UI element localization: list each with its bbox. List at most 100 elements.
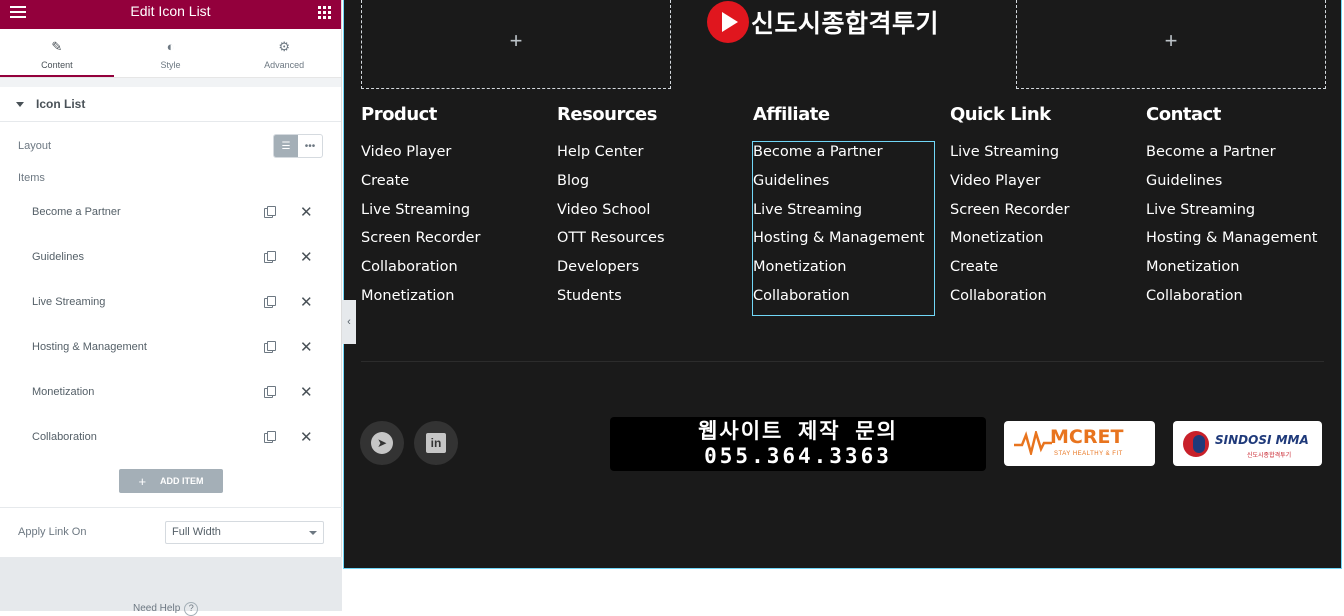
footer-link[interactable]: Create [950,257,1069,286]
telegram-link[interactable]: ➤ [360,421,404,465]
footer-link[interactable]: Collaboration [361,257,480,286]
brand-logo[interactable]: 신도시종합격투기 [707,0,939,44]
duplicate-icon[interactable] [264,431,276,443]
footer-link[interactable]: Guidelines [753,171,934,200]
footer-link[interactable]: Collaboration [1146,286,1317,315]
footer-link[interactable]: Video Player [950,171,1069,200]
duplicate-icon[interactable] [264,251,276,263]
column-title: Contact [1146,104,1221,125]
footer-link[interactable]: Live Streaming [950,142,1069,171]
footer-column-resources: Resources Help Center Blog Video School … [557,104,665,315]
selected-icon-list-widget[interactable]: Become a Partner Guidelines Live Streami… [752,141,935,316]
sponsor-logo-mcret[interactable]: MCRET STAY HEALTHY & FIT [1004,421,1155,466]
footer-link[interactable]: OTT Resources [557,228,665,257]
layout-inline-dots-icon[interactable]: ••• [298,135,322,157]
footer-link[interactable]: Live Streaming [753,200,934,229]
footer-link[interactable]: Help Center [557,142,665,171]
footer-link[interactable]: Screen Recorder [950,200,1069,229]
footer-link[interactable]: Screen Recorder [361,228,480,257]
repeater-item[interactable]: Monetization ✕ [0,369,342,414]
layout-default-list-icon[interactable]: ☰ [274,135,298,157]
layout-control: Layout ☰ ••• [0,122,341,170]
remove-icon[interactable]: ✕ [300,248,313,266]
remove-icon[interactable]: ✕ [300,428,313,446]
site-footer: + 신도시종합격투기 + Product Video Player Create… [343,0,1342,569]
link-list: Video Player Create Live Streaming Scree… [361,142,480,315]
footer-link[interactable]: Guidelines [1146,171,1317,200]
column-title: Affiliate [753,104,830,125]
collapse-panel-button[interactable]: ‹ [342,300,356,344]
contact-banner[interactable]: 웹사이트 제작 문의 055.364.3363 [610,417,986,471]
footer-link[interactable]: Become a Partner [1146,142,1317,171]
repeater-item[interactable]: Collaboration ✕ [0,414,342,459]
duplicate-icon[interactable] [264,386,276,398]
tab-style[interactable]: ◐ Style [114,29,228,77]
footer-link[interactable]: Blog [557,171,665,200]
pencil-icon: ✎ [51,39,63,54]
footer-link[interactable]: Live Streaming [1146,200,1317,229]
add-element-icon[interactable]: + [362,28,670,54]
tab-label: Advanced [264,60,305,70]
widgets-grid-icon[interactable] [318,6,331,19]
panel-footer: Need Help? [0,557,342,616]
duplicate-icon[interactable] [264,341,276,353]
panel-tabs: ✎ Content ◐ Style ⚙ Advanced [0,29,341,78]
column-title: Quick Link [950,104,1051,125]
footer-link[interactable]: Monetization [361,286,480,315]
contact-inquiry-text: 웹사이트 제작 문의 [698,419,898,443]
empty-column-placeholder[interactable]: + [361,0,671,89]
footer-link[interactable]: Become a Partner [753,142,934,171]
footer-link[interactable]: Video Player [361,142,480,171]
section-toggle-icon-list[interactable]: Icon List [0,87,341,122]
footer-link[interactable]: Collaboration [950,286,1069,315]
apply-link-select[interactable]: Full Width [165,521,324,544]
repeater-item-label: Live Streaming [32,295,106,308]
footer-link[interactable]: Monetization [1146,257,1317,286]
repeater-item[interactable]: Live Streaming ✕ [0,279,342,324]
footer-link[interactable]: Collaboration [753,286,934,315]
contact-phone: 055.364.3363 [704,444,892,468]
repeater-item[interactable]: Become a Partner ✕ [0,189,342,234]
tab-content[interactable]: ✎ Content [0,29,114,77]
duplicate-icon[interactable] [264,206,276,218]
section-gap [0,78,341,87]
panel-title: Edit Icon List [130,3,211,19]
footer-divider [361,361,1324,362]
footer-column-affiliate: Affiliate Become a Partner Guidelines Li… [752,104,935,316]
editor-panel: Edit Icon List ✎ Content ◐ Style ⚙ Advan… [0,0,342,616]
repeater-item-label: Guidelines [32,250,84,263]
footer-link[interactable]: Create [361,171,480,200]
telegram-icon: ➤ [371,432,393,454]
empty-column-placeholder[interactable]: + [1016,0,1326,89]
footer-link[interactable]: Developers [557,257,665,286]
remove-icon[interactable]: ✕ [300,293,313,311]
linkedin-link[interactable]: in [414,421,458,465]
footer-link[interactable]: Monetization [950,228,1069,257]
duplicate-icon[interactable] [264,296,276,308]
footer-link[interactable]: Live Streaming [361,200,480,229]
remove-icon[interactable]: ✕ [300,383,313,401]
gear-icon: ⚙ [278,39,290,54]
add-item-button[interactable]: + ADD ITEM [119,469,223,493]
remove-icon[interactable]: ✕ [300,338,313,356]
add-item-label: ADD ITEM [160,476,204,486]
panel-header: Edit Icon List [0,0,341,29]
link-list: Live Streaming Video Player Screen Recor… [950,142,1069,315]
footer-link[interactable]: Video School [557,200,665,229]
footer-column-contact: Contact Become a Partner Guidelines Live… [1146,104,1317,315]
footer-link[interactable]: Hosting & Management [753,228,934,257]
tab-label: Style [160,60,181,70]
footer-link[interactable]: Monetization [753,257,934,286]
apply-link-value: Full Width [172,526,221,538]
help-icon: ? [184,602,199,616]
footer-link[interactable]: Students [557,286,665,315]
footer-link[interactable]: Hosting & Management [1146,228,1317,257]
repeater-item[interactable]: Guidelines ✕ [0,234,342,279]
repeater-item[interactable]: Hosting & Management ✕ [0,324,342,369]
chevron-left-icon: ‹ [347,316,351,328]
tab-advanced[interactable]: ⚙ Advanced [227,29,341,77]
remove-icon[interactable]: ✕ [300,203,313,221]
add-element-icon[interactable]: + [1017,28,1325,54]
need-help-link[interactable]: Need Help? [133,602,199,616]
sponsor-logo-sindosi-mma[interactable]: SINDOSI MMA 신도시종합격투기 [1173,421,1322,466]
